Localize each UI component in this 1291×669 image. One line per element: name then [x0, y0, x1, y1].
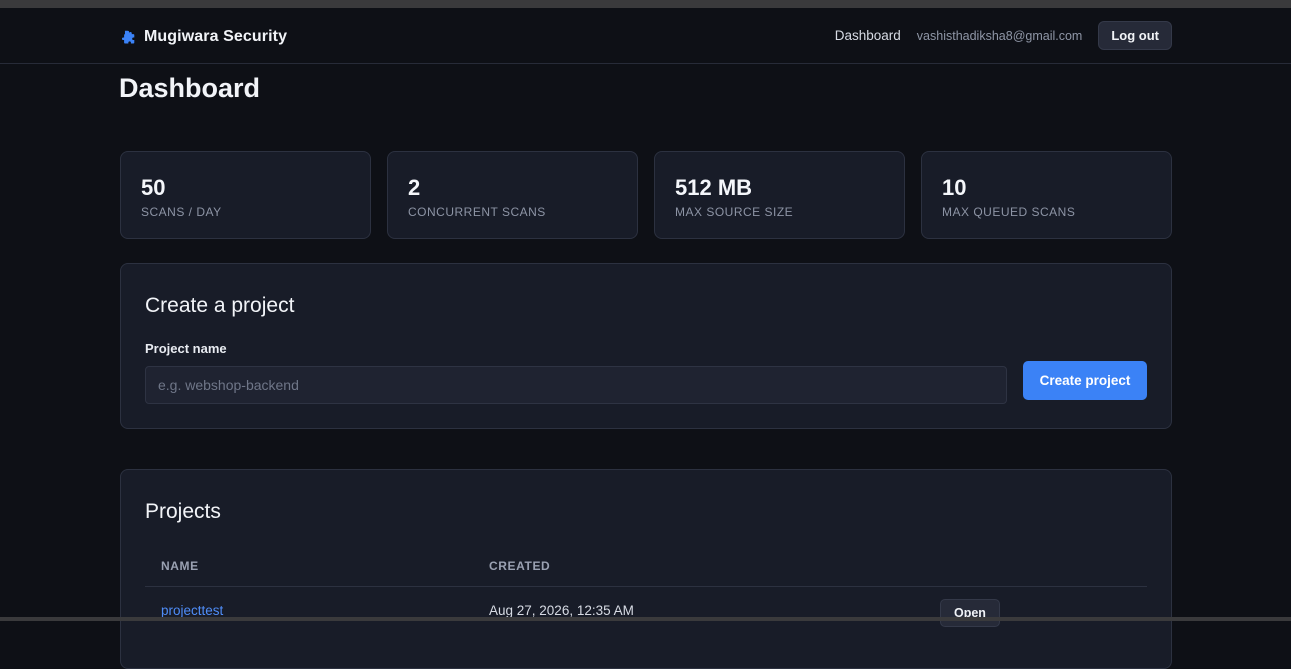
- create-project-button[interactable]: Create project: [1023, 361, 1147, 400]
- projects-title: Projects: [145, 500, 221, 523]
- table-row: projecttest Aug 27, 2026, 12:35 AM Open: [145, 587, 1147, 637]
- project-name-input[interactable]: [145, 366, 1007, 404]
- puzzle-icon: [121, 30, 135, 43]
- table-header: NAME CREATED: [145, 552, 1147, 587]
- brand-name: Mugiwara Security: [144, 28, 288, 45]
- projects-panel: Projects NAME CREATED projecttest Aug 27…: [120, 469, 1172, 669]
- stat-value: 512 MB: [675, 175, 753, 200]
- stat-value: 50: [141, 175, 166, 200]
- stat-label: CONCURRENT SCANS: [408, 205, 546, 219]
- column-header-name: NAME: [161, 559, 199, 573]
- stat-label: MAX SOURCE SIZE: [675, 205, 794, 219]
- stat-label: MAX QUEUED SCANS: [942, 205, 1076, 219]
- stat-card-concurrent-scans: 2 CONCURRENT SCANS: [387, 151, 638, 239]
- stat-value: 2: [408, 175, 421, 200]
- nav-right: Dashboard vashisthadiksha8@gmail.com Log…: [835, 21, 1172, 50]
- project-link[interactable]: projecttest: [161, 603, 223, 618]
- project-created: Aug 27, 2026, 12:35 AM: [489, 603, 634, 618]
- user-email: vashisthadiksha8@gmail.com: [916, 28, 1083, 43]
- browser-frame-top: [0, 0, 1291, 8]
- page-title: Dashboard: [119, 73, 261, 103]
- create-project-title: Create a project: [145, 294, 295, 317]
- create-project-panel: Create a project Project name Create pro…: [120, 263, 1172, 429]
- stat-card-max-queued-scans: 10 MAX QUEUED SCANS: [921, 151, 1172, 239]
- projects-table: NAME CREATED projecttest Aug 27, 2026, 1…: [145, 552, 1147, 637]
- stat-label: SCANS / DAY: [141, 205, 222, 219]
- stat-value: 10: [942, 175, 967, 200]
- open-project-button[interactable]: Open: [940, 599, 1000, 627]
- browser-frame-bottom: [0, 617, 1291, 621]
- stat-card-scans-per-day: 50 SCANS / DAY: [120, 151, 371, 239]
- nav-link-dashboard[interactable]: Dashboard: [835, 28, 901, 43]
- stat-card-max-source-size: 512 MB MAX SOURCE SIZE: [654, 151, 905, 239]
- top-navbar: Mugiwara Security Dashboard vashisthadik…: [0, 8, 1291, 64]
- project-name-label: Project name: [145, 341, 227, 356]
- brand[interactable]: Mugiwara Security: [119, 27, 287, 47]
- logout-button[interactable]: Log out: [1098, 21, 1172, 50]
- stats-row: 50 SCANS / DAY 2 CONCURRENT SCANS 512 MB…: [120, 151, 1172, 239]
- column-header-created: CREATED: [489, 559, 551, 573]
